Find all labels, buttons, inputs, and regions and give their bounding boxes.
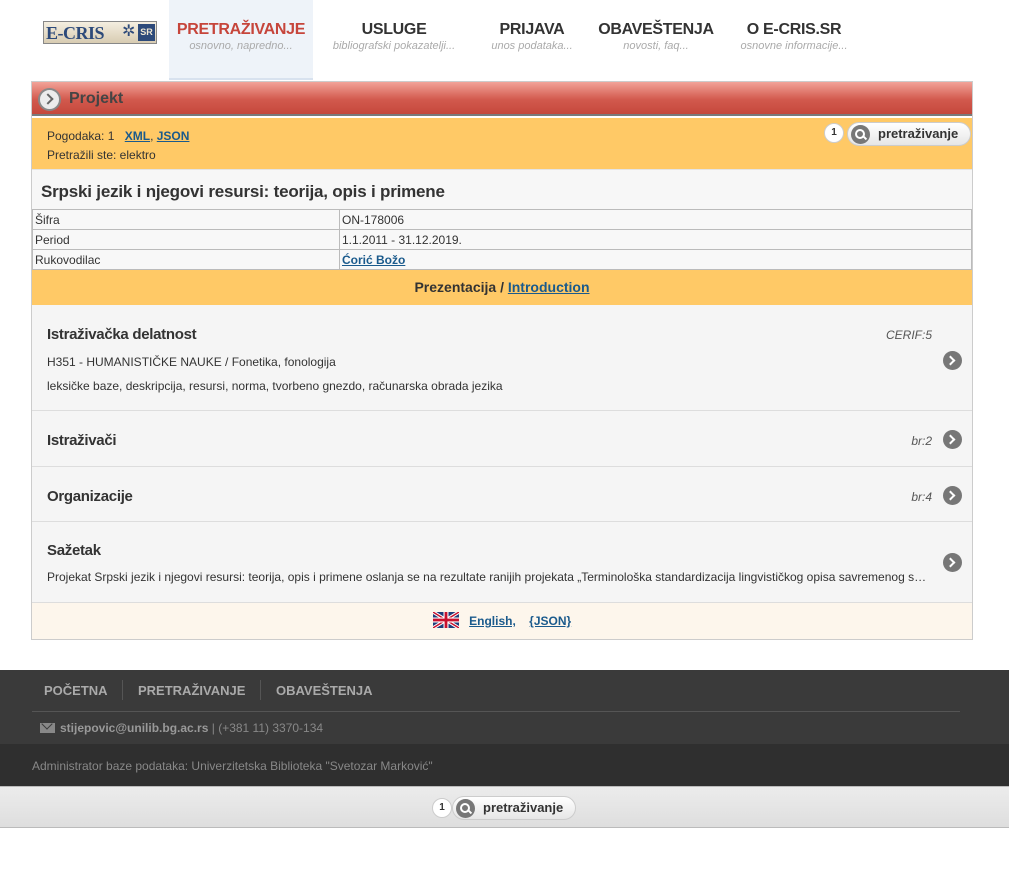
research-field: H351 - HUMANISTIČKE NAUKE / Fonetika, fo… [47, 355, 336, 369]
section-title: Istraživači [47, 432, 117, 449]
logo-badge: SR [138, 24, 155, 41]
results-bar: Pogodaka: 1 XML, JSON Pretražili ste: el… [32, 118, 972, 169]
site-footer: POČETNA PRETRAŽIVANJE OBAVEŠTENJA stijep… [0, 670, 1009, 744]
mail-icon [40, 723, 55, 733]
panel-title: Projekt [69, 90, 124, 107]
research-activity-section[interactable]: Istraživačka delatnost CERIF:5 H351 - HU… [32, 305, 972, 411]
field-value: Ćorić Božo [339, 249, 972, 270]
search-button[interactable]: pretraživanje [847, 122, 972, 146]
abstract-section[interactable]: Sažetak Projekat Srpski jezik i njegovi … [32, 522, 972, 603]
field-key: Rukovodilac [32, 249, 340, 270]
chevron-right-icon[interactable] [943, 486, 962, 505]
presentation-label: Prezentacija / [414, 279, 504, 295]
json-export-link[interactable]: {JSON} [529, 614, 571, 628]
researchers-section[interactable]: Istraživači br:2 [32, 411, 972, 467]
footer-admin-bar: Administrator baze podataka: Univerzitet… [0, 744, 1009, 786]
footer-nav-search[interactable]: PRETRAŽIVANJE [138, 683, 245, 698]
field-value: 1.1.2011 - 31.12.2019. [339, 229, 972, 250]
introduction-link[interactable]: Introduction [508, 279, 590, 295]
organizations-section[interactable]: Organizacije br:4 [32, 467, 972, 522]
table-row: Rukovodilac Ćorić Božo [32, 249, 972, 270]
site-header: E-CRIS ✲ SR PRETRAŽIVANJE osnovno, napre… [0, 0, 1009, 80]
section-meta: br:4 [911, 490, 932, 504]
chevron-right-icon[interactable] [943, 351, 962, 370]
nav-label: OBAVEŠTENJA [598, 21, 714, 38]
admin-info: Administrator baze podataka: Univerzitet… [32, 759, 433, 773]
footer-divider [260, 680, 261, 700]
nav-services[interactable]: USLUGE bibliografski pokazatelji... [322, 0, 466, 80]
nav-sublabel: novosti, faq... [623, 40, 689, 52]
section-meta: CERIF:5 [885, 328, 932, 342]
abstract-text: Projekat Srpski jezik i njegovi resursi:… [47, 570, 930, 584]
field-value: ON-178006 [339, 209, 972, 230]
nav-sublabel: bibliografski pokazatelji... [332, 40, 456, 52]
project-leader-link[interactable]: Ćorić Božo [342, 253, 405, 267]
ecris-logo[interactable]: E-CRIS ✲ SR [43, 21, 157, 44]
field-key: Period [32, 229, 340, 250]
nav-label: O E-CRIS.SR [746, 21, 842, 38]
search-icon [851, 125, 870, 144]
bottom-search-bar: 1 pretraživanje [0, 786, 1009, 828]
nav-label: PRIJAVA [499, 21, 565, 38]
nav-search[interactable]: PRETRAŽIVANJE osnovno, napredno... [169, 0, 313, 80]
section-title: Organizacije [47, 488, 133, 505]
page-number-badge: 1 [824, 123, 844, 143]
nav-news[interactable]: OBAVEŠTENJA novosti, faq... [596, 0, 716, 80]
nav-sublabel: osnovno, napredno... [189, 40, 293, 52]
presentation-bar: Prezentacija / Introduction [32, 270, 972, 305]
research-keywords: leksičke baze, deskripcija, resursi, nor… [47, 379, 503, 393]
contact-email[interactable]: stijepovic@unilib.bg.ac.rs [60, 721, 208, 735]
hits-label: Pogodaka: 1 [47, 129, 115, 143]
search-query: Pretražili ste: elektro [47, 148, 156, 162]
contact-phone: | (+381 11) 3370-134 [211, 721, 324, 735]
star-icon: ✲ [122, 23, 136, 40]
project-panel: Projekt Pogodaka: 1 XML, JSON Pretražili… [31, 81, 973, 640]
english-link[interactable]: English, [469, 614, 516, 628]
search-icon [456, 799, 475, 818]
table-row: Period 1.1.2011 - 31.12.2019. [32, 229, 972, 250]
uk-flag-icon [432, 611, 459, 628]
nav-about[interactable]: O E-CRIS.SR osnovne informacije... [724, 0, 864, 80]
page-number-badge: 1 [432, 798, 452, 818]
logo-text: E-CRIS [46, 23, 105, 43]
contact-info: stijepovic@unilib.bg.ac.rs | (+381 11) 3… [40, 721, 323, 735]
section-title: Istraživačka delatnost [47, 326, 197, 343]
chevron-right-icon[interactable] [943, 430, 962, 449]
panel-footer: English, {JSON} [32, 603, 972, 639]
nav-sublabel: unos podataka... [491, 40, 573, 52]
hits-count: Pogodaka: 1 XML, JSON [47, 129, 190, 143]
xml-link[interactable]: XML [125, 129, 150, 143]
section-title: Sažetak [47, 542, 101, 559]
nav-label: USLUGE [361, 21, 427, 38]
project-title-bar: Srpski jezik i njegovi resursi: teorija,… [32, 169, 972, 209]
field-key: Šifra [32, 209, 340, 230]
nav-login[interactable]: PRIJAVA unos podataka... [464, 0, 600, 80]
search-button-label: pretraživanje [483, 800, 564, 815]
chevron-right-icon[interactable] [943, 553, 962, 572]
chevron-right-icon [38, 88, 61, 111]
project-info-table: Šifra ON-178006 Period 1.1.2011 - 31.12.… [32, 209, 972, 270]
project-title: Srpski jezik i njegovi resursi: teorija,… [41, 182, 445, 201]
footer-rule [32, 711, 960, 712]
footer-divider [122, 680, 123, 700]
section-meta: br:2 [911, 434, 932, 448]
nav-sublabel: osnovne informacije... [740, 40, 848, 52]
panel-header: Projekt [32, 82, 972, 116]
nav-label: PRETRAŽIVANJE [176, 21, 306, 38]
table-row: Šifra ON-178006 [32, 209, 972, 230]
footer-nav-news[interactable]: OBAVEŠTENJA [276, 683, 373, 698]
search-button-label: pretraživanje [878, 126, 959, 141]
search-button[interactable]: pretraživanje [452, 796, 577, 820]
footer-nav-home[interactable]: POČETNA [44, 683, 108, 698]
json-link[interactable]: JSON [157, 129, 190, 143]
